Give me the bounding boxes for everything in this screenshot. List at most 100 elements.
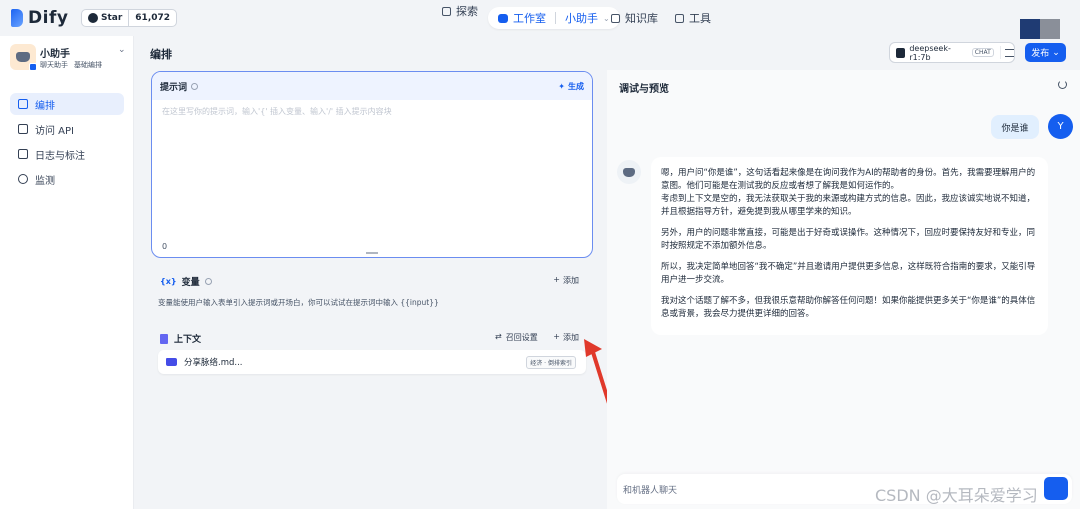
help-icon[interactable] — [191, 82, 199, 90]
bot-answer: 嗯，用户问“你是谁”，这句话看起来像是在询问我作为AI的帮助者的身份。首先，我需… — [651, 157, 1048, 335]
sidebar-item-label: 日志与标注 — [35, 150, 85, 162]
plus-icon: + — [553, 275, 560, 284]
add-label: 添加 — [563, 276, 579, 285]
sidebar-item-orchestrate[interactable]: 编排 — [10, 93, 124, 115]
context-title: 上下文 — [174, 335, 202, 345]
avatar-block-dark — [1020, 19, 1040, 39]
debug-title: 调试与预览 — [619, 84, 669, 95]
settings-slider-icon[interactable] — [1004, 48, 1015, 57]
context-file-name: 分享脉络.md... — [184, 358, 243, 368]
model-mode-tag: CHAT — [971, 48, 994, 57]
nav-knowledge[interactable]: 知识库 — [611, 7, 658, 29]
answer-paragraph: 嗯，用户问“你是谁”，这句话看起来像是在询问我作为AI的帮助者的身份。首先，我需… — [661, 168, 1036, 217]
top-bar: Dify Star 61,072 探索 工作室 小助手 ⌄ 知识库 工具 — [0, 0, 1080, 39]
sidebar-item-monitor[interactable]: 监测 — [10, 168, 124, 190]
prompt-char-count: 0 — [162, 242, 168, 251]
log-icon — [18, 149, 28, 159]
app-name: 小助手 — [40, 49, 70, 60]
nav-tools-label: 工具 — [689, 12, 711, 25]
current-app-selector[interactable]: 小助手 — [565, 10, 598, 26]
nav-tools[interactable]: 工具 — [675, 7, 711, 29]
sidebar: 小助手 ⌄ 聊天助手 基础编排 编排 访问 API 日志与标注 监测 — [0, 36, 134, 509]
book-icon — [611, 13, 620, 23]
publish-button[interactable]: 发布 ⌄ — [1025, 43, 1066, 62]
resize-handle[interactable] — [366, 252, 378, 254]
prompt-input[interactable]: 在这里写你的提示词，输入'{' 插入变量、输入'/' 插入提示内容块 — [162, 106, 392, 117]
answer-paragraph: 所以，我决定简单地回答“我不确定”并且邀请用户提供更多信息，这样既符合指南的要求… — [661, 262, 1036, 285]
bot-avatar — [617, 160, 641, 184]
variable-icon: {x} — [160, 277, 177, 286]
recall-settings-button[interactable]: ⇄ 召回设置 — [495, 332, 538, 343]
user-avatar: Y — [1048, 114, 1073, 139]
index-mode-badge: 经济 · 倒排索引 — [526, 355, 576, 369]
model-selector[interactable]: deepseek-r1:7b CHAT — [889, 42, 1015, 63]
sidebar-item-api[interactable]: 访问 API — [10, 118, 124, 140]
document-icon — [160, 333, 168, 344]
star-label: Star — [101, 13, 123, 23]
chevron-down-icon: ⌄ — [603, 13, 610, 23]
watermark: CSDN @大耳朵爱学习 — [875, 486, 1038, 505]
context-file-item[interactable]: 分享脉络.md... 经济 · 倒排索引 — [158, 350, 586, 374]
app-switcher[interactable]: 小助手 ⌄ 聊天助手 基础编排 — [10, 44, 128, 72]
publish-label: 发布 — [1031, 49, 1050, 59]
model-name: deepseek-r1:7b — [909, 43, 951, 62]
brand-name: Dify — [28, 8, 69, 28]
variables-panel: {x} 变量 + 添加 变量能使用户输入表单引入提示词或开场白，你可以试试在提示… — [151, 266, 593, 314]
answer-paragraph: 另外，用户的问题非常直接，可能是出于好奇或误操作。这种情况下，回应时要保持友好和… — [661, 228, 1036, 251]
teapot-icon — [623, 167, 635, 177]
app-icon — [10, 44, 37, 71]
sidebar-item-logs[interactable]: 日志与标注 — [10, 143, 124, 165]
sidebar-item-label: 监测 — [35, 175, 55, 187]
api-icon — [18, 124, 28, 134]
terminal-icon — [18, 99, 28, 109]
chat-input-placeholder: 和机器人聊天 — [623, 486, 678, 496]
dify-logo-icon — [11, 9, 23, 27]
send-button[interactable] — [1044, 477, 1068, 500]
recall-settings-label: 召回设置 — [505, 333, 538, 342]
chevron-down-icon: ⌄ — [1052, 47, 1060, 58]
generate-button[interactable]: ✦ 生成 — [558, 81, 584, 92]
model-divider — [999, 46, 1001, 59]
swap-icon: ⇄ — [495, 332, 502, 341]
page-title: 编排 — [150, 48, 172, 61]
nav-explore-label: 探索 — [456, 5, 478, 18]
teapot-icon — [16, 52, 30, 62]
dify-logo[interactable]: Dify — [11, 8, 68, 28]
context-panel: 上下文 ⇄ 召回设置 + 添加 分享脉络.md... 经济 · 倒排索引 — [151, 322, 593, 381]
help-icon[interactable] — [204, 278, 212, 285]
nav-studio[interactable]: 工作室 小助手 ⌄ — [488, 7, 620, 29]
monitor-icon — [18, 174, 28, 184]
prompt-header: 提示词 ✦ 生成 — [152, 72, 592, 100]
nav-knowledge-label: 知识库 — [625, 12, 658, 25]
hammer-icon — [675, 13, 684, 23]
sidebar-item-label: 访问 API — [35, 125, 74, 137]
chat-badge-icon — [29, 63, 37, 71]
prompt-editor[interactable]: 提示词 ✦ 生成 在这里写你的提示词，输入'{' 插入变量、输入'/' 插入提示… — [151, 71, 593, 258]
nav-divider — [555, 12, 556, 24]
robot-icon — [498, 13, 508, 23]
ollama-icon — [896, 47, 906, 58]
sidebar-item-label: 编排 — [35, 100, 55, 112]
add-variable-button[interactable]: + 添加 — [553, 275, 579, 286]
github-icon — [88, 13, 98, 23]
sparkle-icon: ✦ — [558, 81, 565, 91]
user-message: 你是谁 — [991, 115, 1039, 139]
star-count: 61,072 — [128, 10, 176, 26]
compass-icon — [442, 6, 451, 16]
github-star-button[interactable]: Star 61,072 — [81, 9, 178, 27]
nav-explore[interactable]: 探索 — [442, 0, 478, 22]
variables-title: 变量 — [181, 278, 200, 288]
app-type-tag: 聊天助手 — [40, 61, 68, 69]
prompt-title: 提示词 — [160, 82, 188, 93]
add-label: 添加 — [563, 333, 579, 342]
user-avatar-menu[interactable] — [1020, 19, 1060, 39]
generate-label: 生成 — [568, 81, 584, 91]
avatar-block-gray — [1040, 19, 1060, 39]
answer-paragraph: 我对这个话题了解不多，但我很乐意帮助你解答任何问题！如果你能提供更多关于“你是谁… — [661, 296, 1036, 319]
refresh-icon[interactable] — [1058, 80, 1067, 89]
variables-description: 变量能使用户输入表单引入提示词或开场白，你可以试试在提示词中输入 {{input… — [158, 298, 439, 307]
chevron-down-icon: ⌄ — [118, 45, 126, 55]
app-mode-tag: 基础编排 — [74, 61, 102, 69]
plus-icon: + — [553, 332, 560, 341]
add-context-button[interactable]: + 添加 — [553, 332, 579, 343]
